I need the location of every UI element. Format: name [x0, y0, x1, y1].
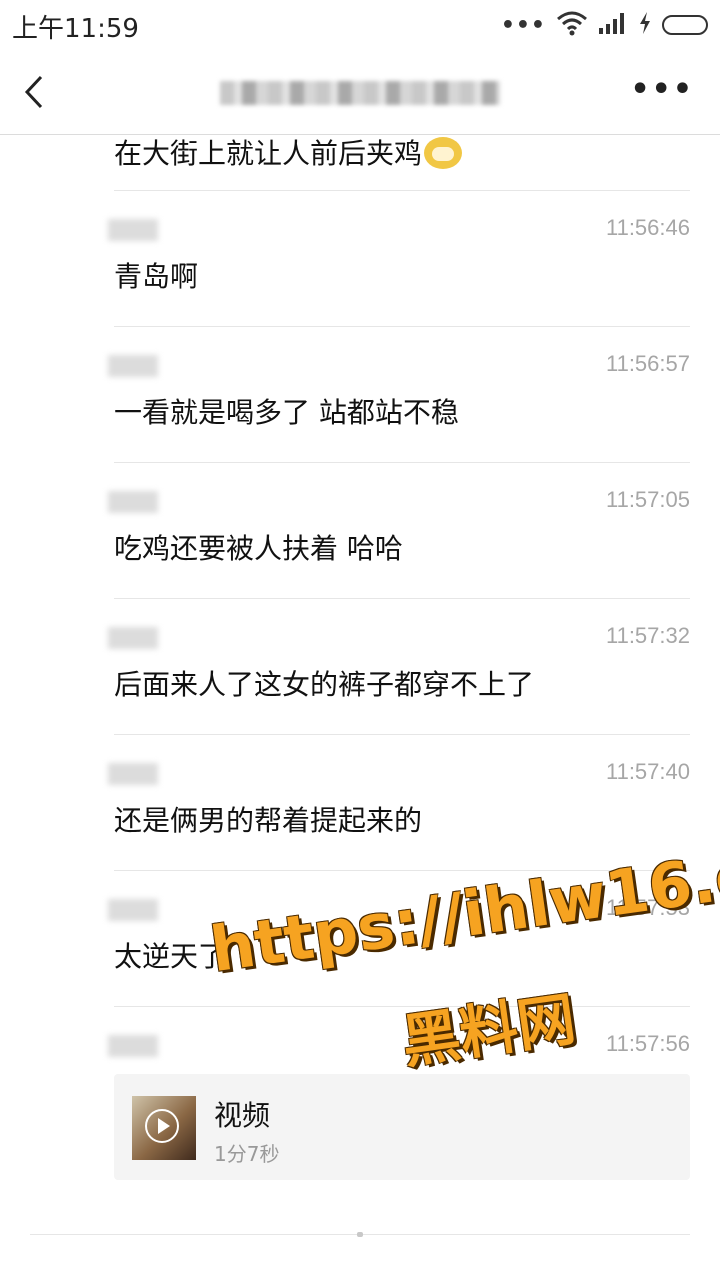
message-time: 11:56:57: [605, 351, 690, 376]
message-item[interactable]: 11:56:46 青岛啊: [108, 191, 690, 327]
more-button[interactable]: •••: [630, 72, 694, 107]
video-thumbnail[interactable]: [132, 1096, 196, 1160]
message-text: 还是俩男的帮着提起来的: [114, 804, 423, 837]
video-message-card[interactable]: 视频 1分7秒: [114, 1074, 690, 1180]
charging-icon: [638, 11, 652, 39]
message-text: 后面来人了这女的裤子都穿不上了: [114, 668, 535, 701]
message-time: 11:56:46: [605, 215, 690, 240]
sender-name-blurred: [108, 1035, 158, 1057]
dog-emoji-icon: [424, 137, 463, 169]
message-text: 吃鸡还要被人扶着 哈哈: [114, 532, 403, 565]
scroll-indicator: [357, 1232, 363, 1237]
notification-dots: •••: [500, 12, 546, 38]
message-item[interactable]: 11:56:57 一看就是喝多了 站都站不稳: [108, 327, 690, 463]
signal-icon: [598, 11, 628, 39]
message-time: 11:57:56: [605, 1031, 690, 1056]
back-button[interactable]: [14, 68, 54, 116]
wifi-icon: [556, 10, 588, 40]
chat-title: [220, 76, 500, 110]
message-item[interactable]: 11:57:40 还是俩男的帮着提起来的: [108, 735, 690, 871]
status-bar: 上午11:59 •••: [0, 0, 720, 50]
status-icons: •••: [501, 10, 708, 40]
sender-name-blurred: [108, 491, 158, 513]
status-time: 上午11:59: [12, 14, 139, 44]
video-title: 视频: [214, 1099, 271, 1132]
sender-name-blurred: [108, 899, 158, 921]
sender-name-blurred: [108, 355, 158, 377]
sender-name-blurred: [108, 763, 158, 785]
message-time: 11:57:40: [605, 759, 690, 784]
battery-icon: [662, 15, 708, 35]
sender-name-blurred: [108, 219, 158, 241]
message-time: 11:57:05: [605, 487, 690, 512]
message-item[interactable]: 11:57:32 后面来人了这女的裤子都穿不上了: [108, 599, 690, 735]
video-duration: 1分7秒: [214, 1142, 280, 1166]
chevron-left-icon: [24, 75, 43, 109]
message-item[interactable]: 11:57:05 吃鸡还要被人扶着 哈哈: [108, 463, 690, 599]
message-text: 在大街上就让人前后夹鸡: [114, 132, 463, 172]
sender-name-blurred: [108, 627, 158, 649]
play-icon: [145, 1109, 179, 1143]
message-text: 青岛啊: [114, 260, 199, 293]
message-time: 11:57:32: [605, 623, 690, 648]
chat-header: •••: [0, 50, 720, 135]
message-text: 一看就是喝多了 站都站不稳: [114, 396, 459, 429]
